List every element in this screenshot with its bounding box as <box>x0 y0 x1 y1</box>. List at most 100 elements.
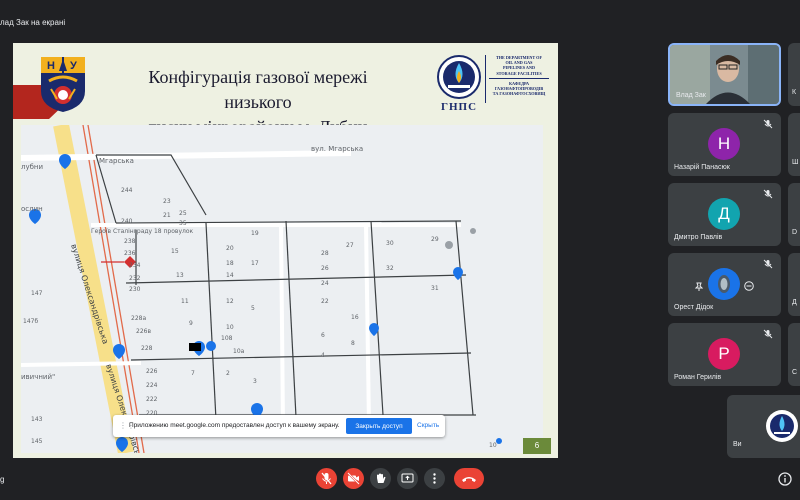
house-number: 236 <box>124 250 136 257</box>
remove-icon[interactable] <box>744 281 754 291</box>
place-label-shop: ивичний" <box>21 373 55 381</box>
house-number: 11 <box>181 298 189 305</box>
svg-text:У: У <box>70 60 77 72</box>
house-number: 21 <box>163 212 171 219</box>
street-horizontal-2 <box>21 361 142 367</box>
svg-text:Н: Н <box>47 60 55 72</box>
avatar: Р <box>708 338 740 370</box>
house-number: 3 <box>253 378 257 385</box>
slide-header: Н У Конфігурація газової мережі низького… <box>13 43 558 137</box>
house-number: 18 <box>226 260 234 267</box>
meeting-details-button[interactable] <box>778 472 792 486</box>
participant-tile-self[interactable]: Ви <box>727 395 800 458</box>
house-number: 35 <box>179 220 187 227</box>
house-number: 22 <box>321 298 329 305</box>
house-number: 16 <box>351 314 359 321</box>
raise-hand-button[interactable] <box>370 468 391 489</box>
hide-notice-link[interactable]: Скрыть <box>417 422 439 429</box>
house-number: 145 <box>31 438 43 445</box>
participant-name: Дмитро Павлів <box>674 234 723 241</box>
present-screen-button[interactable] <box>397 468 418 489</box>
house-number: 31 <box>431 285 439 292</box>
peek-letter: Д <box>792 299 797 306</box>
house-number: 32 <box>386 265 394 272</box>
peek-letter: С <box>792 369 798 376</box>
house-number: 147 <box>31 290 43 297</box>
house-number: 230 <box>129 286 141 293</box>
participant-tile-roman[interactable]: Р Роман Герилів <box>668 323 781 386</box>
slide: Н У Конфігурація газової мережі низького… <box>13 43 558 458</box>
house-number: 20 <box>226 245 234 252</box>
street-vertical-1 <box>279 224 285 426</box>
house-number: 15 <box>171 248 179 255</box>
participant-name: Влад Зак <box>676 92 706 99</box>
place-label-lubny: лубни <box>21 163 43 171</box>
house-number: 17 <box>251 260 259 267</box>
presentation-stage[interactable]: Н У Конфігурація газової мережі низького… <box>13 43 558 458</box>
peek-letter: D <box>792 229 798 236</box>
house-number: 27 <box>346 242 354 249</box>
participant-tile-vlad[interactable]: Влад Зак <box>668 43 781 106</box>
map-poi-grey <box>445 241 453 249</box>
present-icon <box>401 473 414 483</box>
call-controls-bar: g <box>0 458 800 500</box>
more-options-button[interactable] <box>424 468 445 489</box>
participant-tile-peek-3[interactable]: D <box>788 183 800 246</box>
participant-tile-dmytro[interactable]: Д Дмитро Павлів <box>668 183 781 246</box>
house-number: 2 <box>226 370 230 377</box>
house-number: 5 <box>251 305 255 312</box>
participant-name: Ви <box>733 441 742 448</box>
hang-up-icon <box>462 477 476 482</box>
participant-tile-orest[interactable]: Орест Дідок <box>668 253 781 316</box>
department-logo-label: ГНПС <box>440 101 478 113</box>
participant-tile-peek-4[interactable]: Д <box>788 253 800 316</box>
slide-page-number: 6 <box>523 438 551 454</box>
house-number: 13 <box>176 272 184 279</box>
dept-separator <box>489 77 549 79</box>
camera-toggle-button[interactable] <box>343 468 364 489</box>
participant-tile-peek-1[interactable]: К <box>788 43 800 106</box>
mic-off-icon <box>763 259 773 269</box>
house-number: 14 <box>226 272 234 279</box>
stop-sharing-button[interactable]: Закрыть доступ <box>346 418 412 434</box>
info-icon <box>778 472 792 486</box>
house-number: 238 <box>124 238 136 245</box>
house-number: 222 <box>146 396 158 403</box>
participant-tile-peek-5[interactable]: С <box>788 323 800 386</box>
house-number: 228а <box>131 315 146 322</box>
department-logo-icon <box>437 55 481 99</box>
presenter-caption: лад Зак на екрані <box>0 18 66 27</box>
street-label-small: Героїв Сталінграду 18 провулок <box>91 228 194 235</box>
house-number: 24 <box>321 280 329 287</box>
avatar: Н <box>708 128 740 160</box>
house-number: 12 <box>226 298 234 305</box>
gas-network-map: вул. Мгарська Мгарська вулиця Олександрі… <box>21 125 543 453</box>
map-canvas: вул. Мгарська Мгарська вулиця Олександрі… <box>21 125 543 453</box>
meet-window: лад Зак на екрані Н У Конфігурація газов… <box>0 0 800 500</box>
pin-icon[interactable] <box>695 282 703 291</box>
participant-tile-nazarii[interactable]: Н Назарій Панасюк <box>668 113 781 176</box>
house-number: 234 <box>129 262 141 269</box>
house-number: 19 <box>251 230 259 237</box>
camera-off-icon <box>347 472 360 485</box>
house-number: 10а <box>233 348 245 355</box>
participant-tile-peek-2[interactable]: Ш <box>788 113 800 176</box>
participant-name: Орест Дідок <box>674 304 714 311</box>
mic-toggle-button[interactable] <box>316 468 337 489</box>
house-number: 232 <box>129 275 141 282</box>
mic-off-icon <box>763 329 773 339</box>
end-call-button[interactable] <box>454 468 484 489</box>
more-vert-icon <box>433 473 436 484</box>
house-number: 9 <box>189 320 193 327</box>
university-logo-icon: Н У <box>41 57 85 112</box>
peek-letter: К <box>792 89 797 96</box>
street-label-mharska-left: Мгарська <box>99 157 134 165</box>
place-label-roslyn: ослин <box>21 205 43 213</box>
house-number: 226 <box>146 368 158 375</box>
screen-share-notice: ⋮⋮ Приложению meet.google.com предоставл… <box>113 415 445 437</box>
building-black-marker <box>189 343 201 351</box>
house-number: 23 <box>163 198 171 205</box>
hand-icon <box>377 473 386 483</box>
house-number: 10 <box>226 324 234 331</box>
top-bar: лад Зак на екрані <box>0 0 800 42</box>
